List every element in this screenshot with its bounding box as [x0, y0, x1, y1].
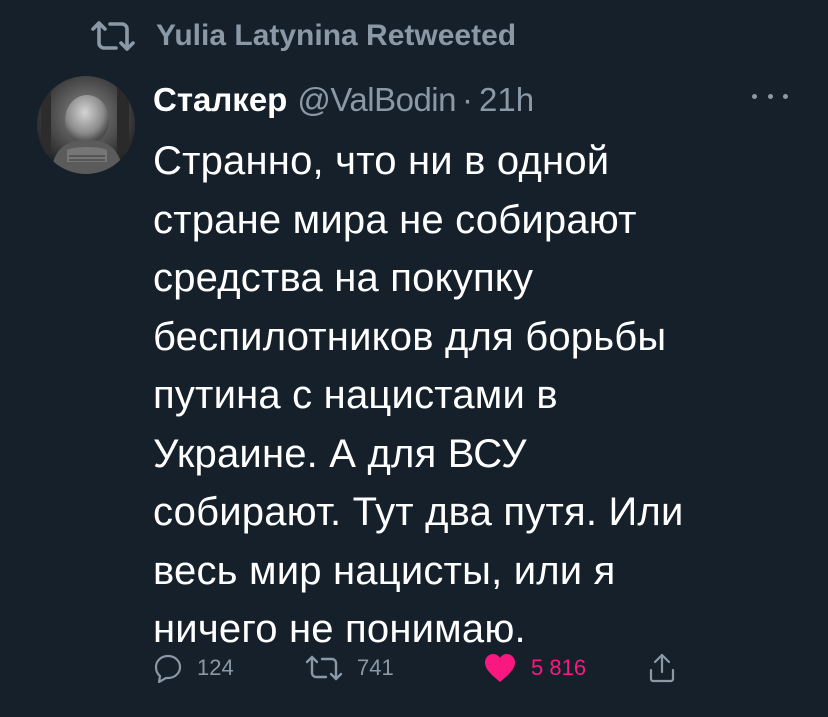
reply-button[interactable]: 124: [153, 648, 234, 688]
author-line: Сталкер @ValBodin · 21h: [153, 76, 534, 124]
tweet-text-line: беспилотников для борьбы: [153, 314, 667, 359]
like-button[interactable]: 5 816: [483, 648, 586, 688]
retweet-text[interactable]: Yulia Latynina Retweeted: [156, 19, 516, 53]
timestamp[interactable]: 21h: [479, 81, 534, 119]
tweet-text-line: средства на покупку: [153, 256, 534, 300]
tweet-text-line: стране мира не собирают: [153, 197, 637, 242]
tweet-text: Странно, что ни в одной стране мира не с…: [153, 132, 793, 659]
author-handle[interactable]: @ValBodin: [297, 81, 456, 119]
tweet-text-line: собирают. Тут два путя. Или: [153, 490, 684, 534]
avatar-photo: [37, 76, 135, 174]
action-bar: 124 741 5 816: [153, 648, 693, 688]
retweet-icon: [90, 19, 136, 53]
more-options-icon[interactable]: [752, 86, 788, 106]
avatar[interactable]: [37, 76, 135, 174]
share-icon: [648, 652, 676, 684]
heart-icon: [483, 652, 517, 684]
tweet-text-line: весь мир нацисты, или я: [153, 548, 616, 593]
reply-count: 124: [197, 655, 234, 680]
retweet-icon: [305, 654, 343, 682]
like-count: 5 816: [531, 655, 587, 680]
tweet[interactable]: Yulia Latynina Retweeted Сталкер @ValBod…: [0, 0, 828, 717]
share-button[interactable]: [648, 648, 676, 688]
separator-dot: ·: [462, 81, 473, 118]
retweet-context: Yulia Latynina Retweeted: [90, 14, 516, 58]
author-name[interactable]: Сталкер: [153, 81, 287, 119]
tweet-text-line: путина с нацистами в: [153, 373, 558, 417]
tweet-text-line: Украине. А для ВСУ: [153, 431, 527, 476]
retweet-count: 741: [357, 655, 394, 680]
tweet-text-line: Странно, что ни в одной: [153, 139, 610, 183]
retweet-button[interactable]: 741: [305, 648, 394, 688]
reply-icon: [153, 653, 183, 683]
